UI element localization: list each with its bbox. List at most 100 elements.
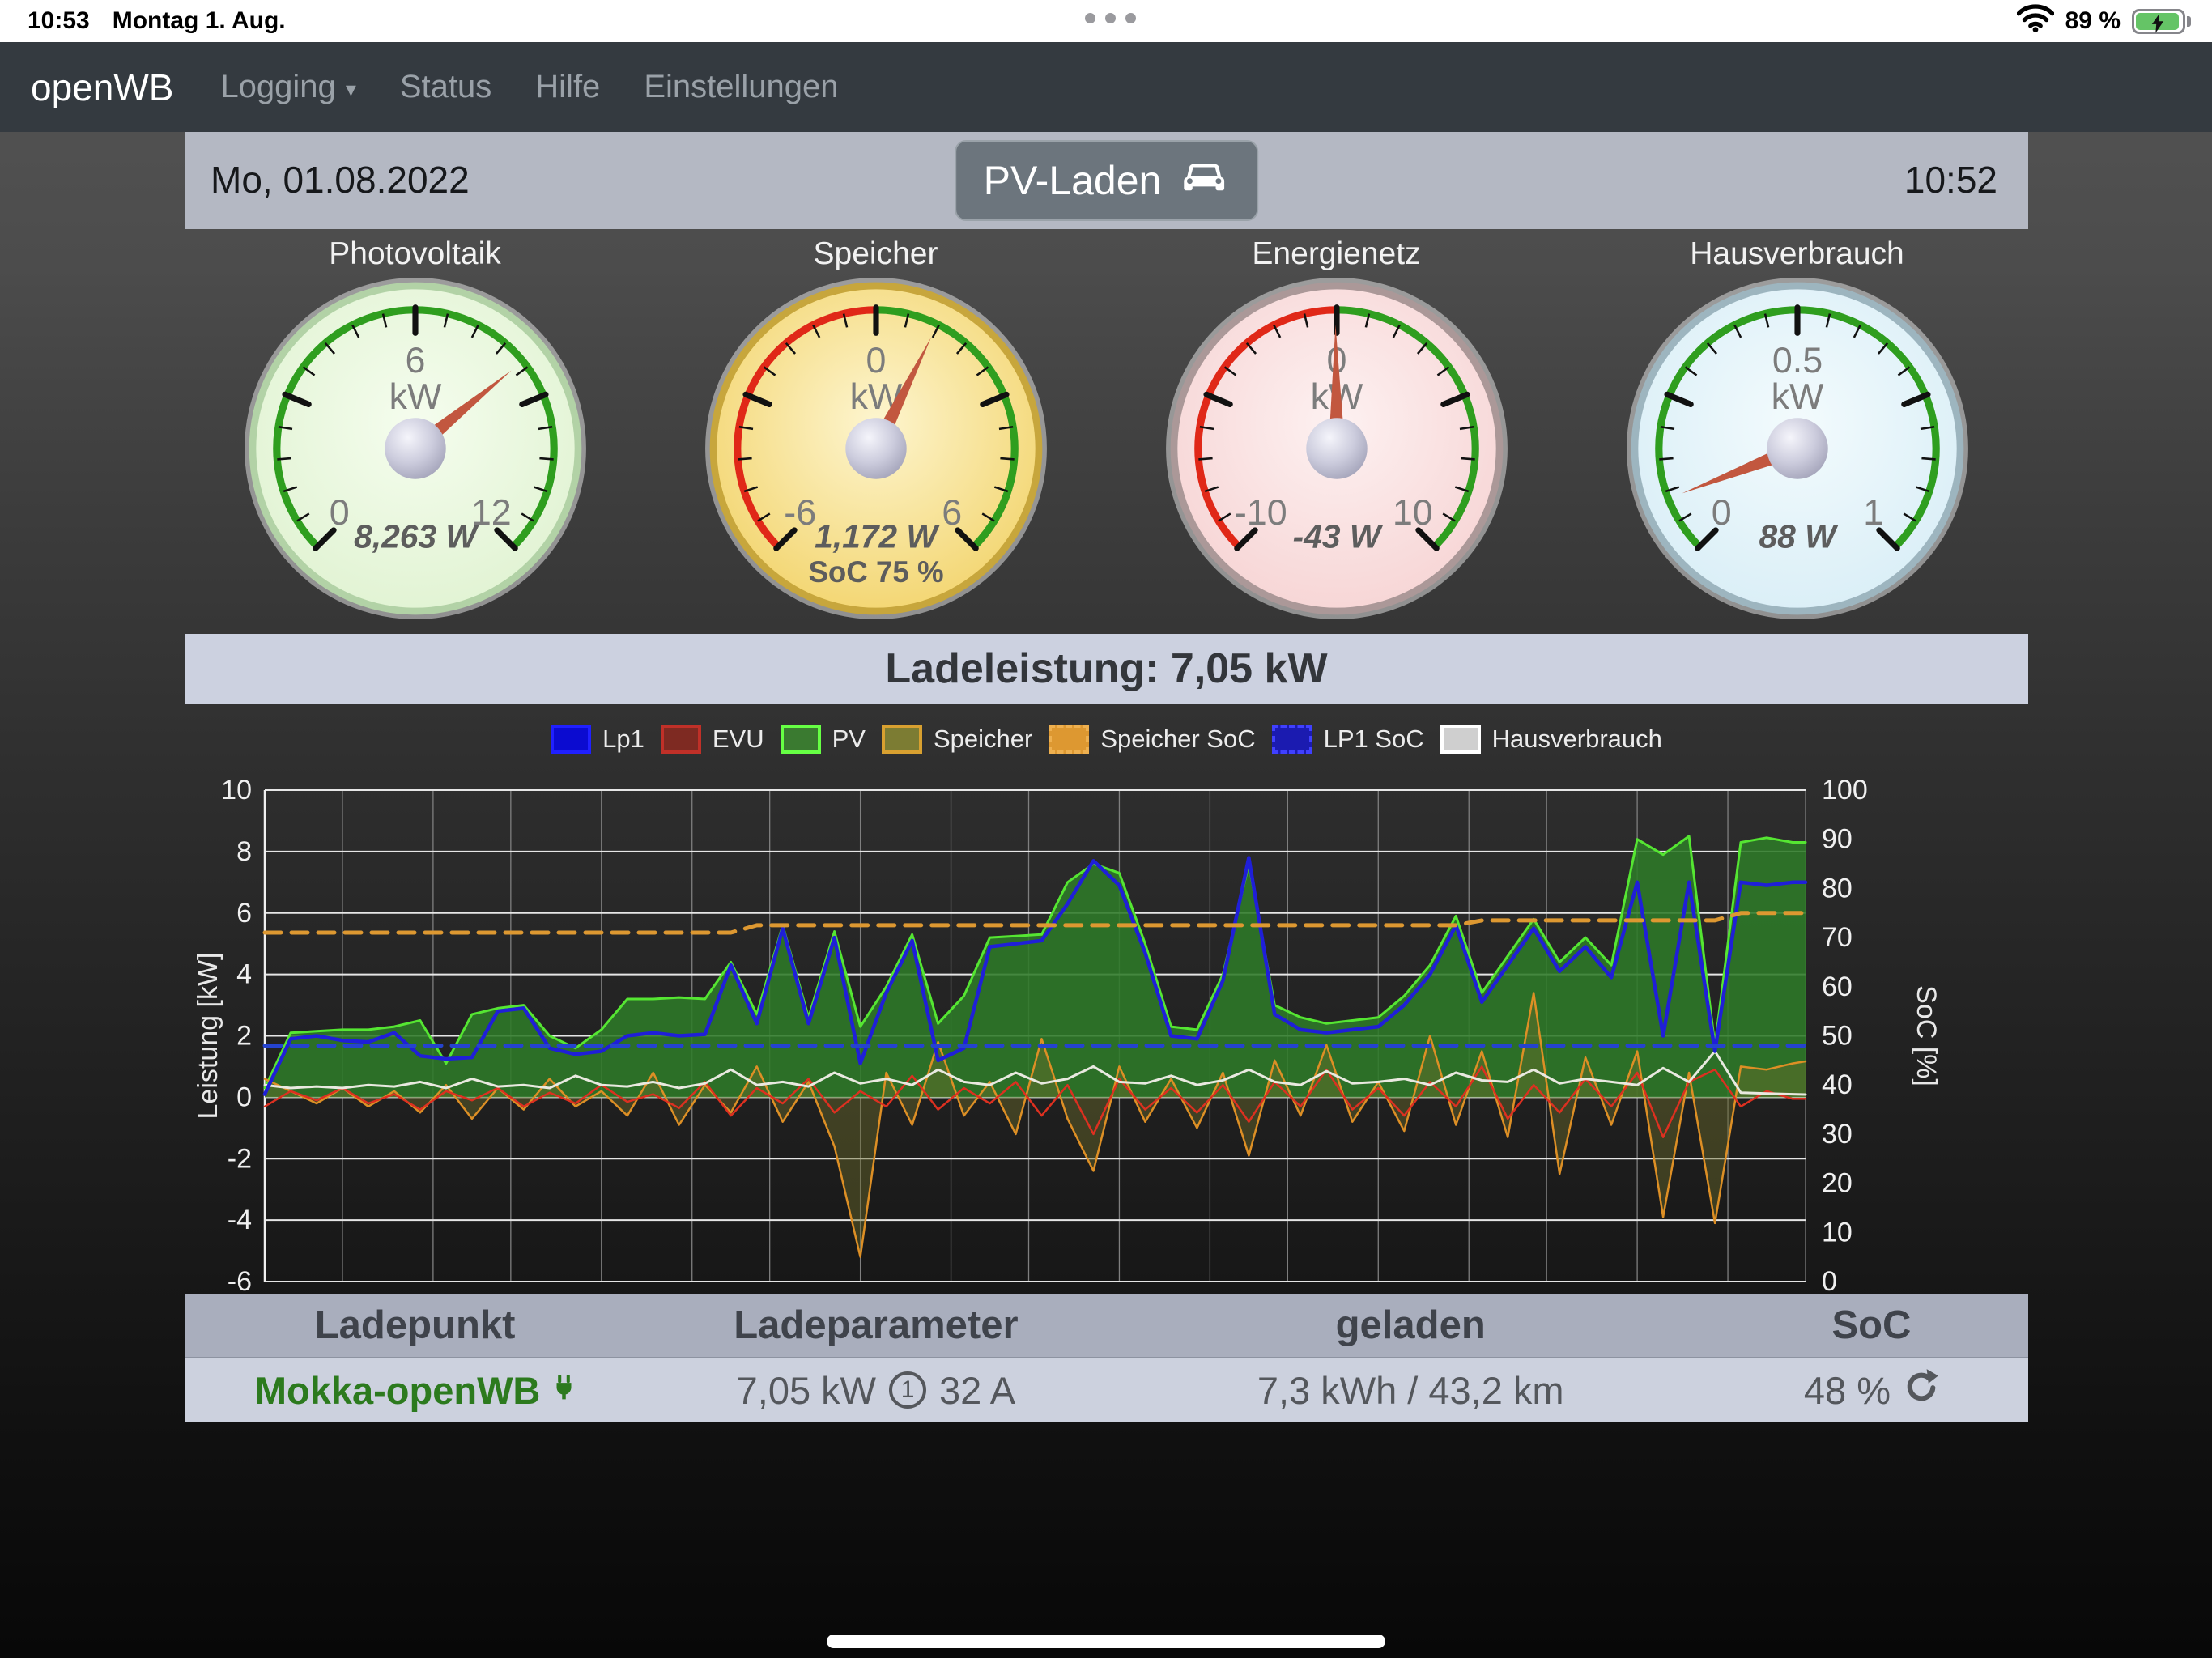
phase-count-icon: 1 [889,1371,926,1409]
nav-item-hilfe[interactable]: Hilfe [535,69,600,105]
gauge-title: Energienetz [1252,233,1420,275]
legend-item-pv[interactable]: PV [781,725,866,754]
home-indicator[interactable] [827,1635,1385,1648]
gauge-dial: 6kW 0 128,263 W [240,275,590,622]
gauge-speicher: Speicher 0kW-661,172 WSoC 75 % [645,233,1106,622]
svg-text:0: 0 [1711,491,1731,533]
svg-text:0: 0 [1822,1266,1837,1297]
gauge-dial: 0.5kW 0 1 88 W [1623,275,1972,622]
chargepoint-table: Ladepunkt Ladeparameter geladen SoC Mokk… [185,1294,2028,1422]
gauge-row: Photovoltaik 6kW0128,263 WSpeicher 0kW-6… [185,233,2028,622]
svg-text:8: 8 [236,836,252,867]
svg-text:70: 70 [1822,922,1853,953]
header-bar: Mo, 01.08.2022 PV-Laden 10:52 [185,132,2028,229]
charge-current-value: 32 A [939,1368,1015,1413]
svg-text:8,263 W: 8,263 W [354,517,479,555]
svg-text:0: 0 [236,1082,252,1112]
legend-swatch [661,725,701,754]
legend-swatch [1049,725,1089,754]
brand-openwb[interactable]: openWB [31,66,173,109]
svg-text:6: 6 [236,898,252,929]
legend-item-speicher-soc[interactable]: Speicher SoC [1049,725,1255,754]
col-header-ladeparameter: Ladeparameter [645,1303,1106,1348]
svg-text:-6: -6 [784,491,816,533]
openwb-dashboard: 10:53 Montag 1. Aug. 89 % [0,0,2212,1658]
legend-swatch [1440,725,1481,754]
status-date: Montag 1. Aug. [113,7,286,35]
refresh-soc-icon[interactable] [1904,1368,1939,1413]
wifi-icon [2017,3,2054,39]
svg-text:60: 60 [1822,971,1853,1002]
svg-text:kW: kW [389,376,441,417]
status-time: 10:53 [28,7,90,35]
svg-text:-6: -6 [228,1266,252,1297]
chevron-down-icon: ▾ [346,77,356,102]
gauge-dial: 0kW-661,172 WSoC 75 % [701,275,1051,622]
charged-energy-value: 7,3 kWh / 43,2 km [1257,1369,1564,1412]
nav-item-einstellungen[interactable]: Einstellungen [644,69,838,105]
svg-text:Leistung [kW]: Leistung [kW] [193,953,223,1120]
svg-text:4: 4 [236,959,252,990]
svg-text:80: 80 [1822,873,1853,903]
legend-swatch [781,725,821,754]
charge-power-value: 7,05 kW [737,1368,876,1413]
gauge-title: Speicher [814,233,938,275]
battery-percent: 89 % [2065,7,2121,35]
legend-item-speicher[interactable]: Speicher [882,725,1032,754]
svg-text:88 W: 88 W [1759,517,1839,555]
legend-item-hausverbrauch[interactable]: Hausverbrauch [1440,725,1662,754]
gauge-title: Photovoltaik [329,233,500,275]
svg-text:20: 20 [1822,1168,1853,1199]
svg-text:SoC [%]: SoC [%] [1911,985,1942,1086]
gauge-title: Hausverbrauch [1690,233,1904,275]
svg-text:6: 6 [405,339,425,380]
legend-label: Speicher SoC [1100,725,1255,754]
nav-item-status[interactable]: Status [400,69,491,105]
svg-text:40: 40 [1822,1069,1853,1100]
svg-text:0: 0 [329,491,349,533]
legend-label: EVU [713,725,764,754]
gauge-energienetz: Energienetz 0kW-1010-43 W [1106,233,1567,622]
col-header-geladen: geladen [1107,1303,1715,1348]
legend-label: LP1 SoC [1324,725,1424,754]
chart-legend: Lp1 EVU PV Speicher Speicher SoC LP1 SoC… [185,719,2028,759]
svg-text:2: 2 [236,1021,252,1052]
legend-label: Lp1 [602,725,644,754]
table-header-row: Ladepunkt Ladeparameter geladen SoC [185,1294,2028,1357]
soc-value: 48 % [1804,1368,1891,1413]
plug-icon [553,1368,575,1413]
header-date: Mo, 01.08.2022 [211,158,470,202]
svg-text:10: 10 [221,775,252,806]
chargepoint-name[interactable]: Mokka-openWB [255,1368,541,1413]
legend-item-lp1-soc[interactable]: LP1 SoC [1272,725,1424,754]
legend-swatch [1272,725,1312,754]
multitask-dots-icon [1085,13,1136,23]
col-header-soc: SoC [1715,1303,2028,1348]
car-icon [1179,157,1229,204]
legend-item-evu[interactable]: EVU [661,725,764,754]
col-header-ladepunkt: Ladepunkt [185,1303,645,1348]
svg-text:-10: -10 [1234,491,1287,533]
svg-text:12: 12 [470,491,511,533]
svg-text:0: 0 [866,339,886,380]
charge-mode-button[interactable]: PV-Laden [955,140,1259,221]
legend-item-lp1[interactable]: Lp1 [551,725,644,754]
svg-text:-43 W: -43 W [1292,517,1383,555]
svg-text:30: 30 [1822,1119,1853,1150]
header-time: 10:52 [1904,158,1997,202]
legend-swatch [551,725,591,754]
svg-text:0.5: 0.5 [1772,339,1822,380]
gauge-hausverbrauch: Hausverbrauch 0.5kW 0 1 88 W [1567,233,2027,622]
table-row: Mokka-openWB 7,05 kW 1 32 A 7,3 kWh / 43… [185,1357,2028,1422]
svg-text:kW: kW [1771,376,1823,417]
ios-status-bar: 10:53 Montag 1. Aug. 89 % [0,0,2212,42]
nav-item-logging[interactable]: Logging▾ [220,69,355,105]
svg-text:1: 1 [1863,491,1883,533]
svg-text:-2: -2 [228,1143,252,1174]
power-history-chart: -6-4-202468100102030405060708090100Leist… [185,759,2028,1336]
svg-text:90: 90 [1822,824,1853,855]
svg-text:1,172 W: 1,172 W [815,517,940,555]
svg-text:-4: -4 [228,1205,252,1235]
charge-power-bar: Ladeleistung: 7,05 kW [185,634,2028,704]
svg-text:6: 6 [942,491,962,533]
